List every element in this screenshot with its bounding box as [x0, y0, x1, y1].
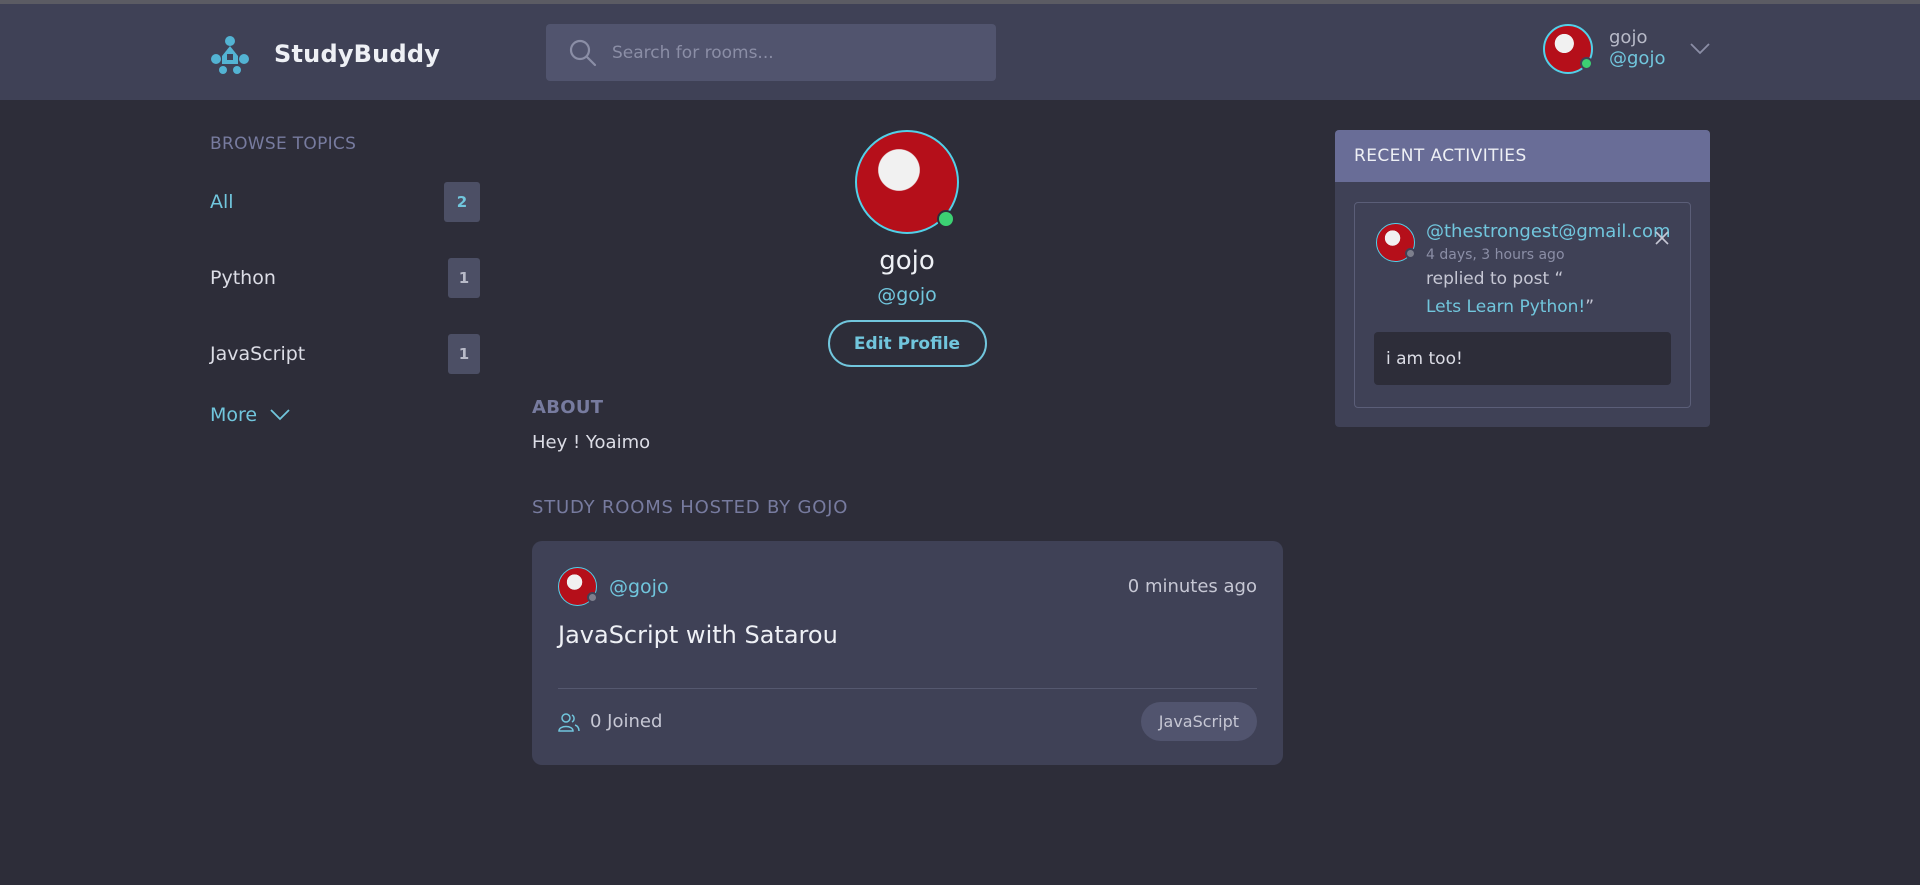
- topic-count-badge: 1: [448, 334, 480, 374]
- avatar: [558, 567, 598, 606]
- topics-title: BROWSE TOPICS: [210, 134, 357, 154]
- more-topics-button[interactable]: More: [210, 404, 480, 426]
- online-status-dot: [1580, 57, 1593, 70]
- profile-header: gojo @gojo Edit Profile: [532, 130, 1282, 367]
- activity-post-close-quote: ”: [1585, 297, 1595, 317]
- hosted-rooms-title: STUDY ROOMS HOSTED BY GOJO: [532, 497, 849, 518]
- search-icon: [569, 39, 597, 66]
- user-menu[interactable]: gojo @gojo: [1543, 24, 1711, 74]
- chevron-down-icon[interactable]: [1689, 42, 1711, 56]
- edit-profile-button[interactable]: Edit Profile: [827, 320, 987, 367]
- room-topic-tag[interactable]: JavaScript: [1140, 702, 1257, 741]
- browse-topics-sidebar: BROWSE TOPICS All 2 Python 1 JavaScript …: [210, 134, 480, 426]
- activity-time: 4 days, 3 hours ago: [1426, 247, 1565, 263]
- users-icon: [558, 712, 580, 732]
- joined-count: 0 Joined: [558, 711, 662, 732]
- activity-post-link[interactable]: Lets Learn Python!: [1426, 297, 1585, 317]
- status-dot: [587, 592, 598, 603]
- activity-item: @thestrongest@gmail.com 4 days, 3 hours …: [1354, 202, 1691, 408]
- search-bar[interactable]: [546, 24, 996, 81]
- activity-message: i am too!: [1374, 332, 1671, 385]
- user-name: gojo: [1609, 27, 1648, 49]
- activity-user[interactable]: @thestrongest@gmail.com: [1426, 221, 1671, 242]
- topic-item-javascript[interactable]: JavaScript 1: [210, 334, 480, 374]
- more-label: More: [210, 404, 258, 426]
- activity-description: replied to post “: [1426, 269, 1564, 289]
- room-timestamp: 0 minutes ago: [1127, 576, 1257, 597]
- topic-label: All: [210, 191, 234, 213]
- topic-label: JavaScript: [210, 343, 306, 365]
- room-card-header: @gojo 0 minutes ago: [558, 567, 1257, 606]
- logo-icon: [211, 36, 249, 74]
- topic-count-badge: 1: [448, 258, 480, 298]
- profile-handle: @gojo: [877, 284, 937, 306]
- about-title: ABOUT: [532, 397, 604, 418]
- room-title[interactable]: JavaScript with Satarou: [558, 621, 838, 649]
- logo[interactable]: StudyBuddy: [208, 32, 440, 76]
- topic-count-badge: 2: [444, 182, 480, 222]
- room-card-footer: 0 Joined JavaScript: [558, 702, 1257, 741]
- divider: [558, 688, 1257, 689]
- avatar[interactable]: [1543, 24, 1593, 74]
- user-names: gojo @gojo: [1609, 28, 1665, 69]
- close-icon[interactable]: [1654, 230, 1670, 246]
- room-host[interactable]: @gojo: [558, 567, 669, 606]
- topic-item-all[interactable]: All 2: [210, 182, 480, 222]
- activity-post[interactable]: Lets Learn Python!”: [1426, 297, 1594, 317]
- avatar[interactable]: [1376, 223, 1416, 262]
- recent-activities-panel: RECENT ACTIVITIES @thestrongest@gmail.co…: [1335, 130, 1710, 427]
- topic-item-python[interactable]: Python 1: [210, 258, 480, 298]
- chevron-down-icon: [270, 409, 290, 421]
- online-status-dot: [937, 210, 955, 228]
- profile-main: gojo @gojo Edit Profile ABOUT Hey ! Yoai…: [532, 130, 1283, 765]
- recent-activities-title: RECENT ACTIVITIES: [1335, 130, 1710, 182]
- profile-avatar: [855, 130, 959, 234]
- joined-label: 0 Joined: [590, 711, 663, 732]
- about-text: Hey ! Yoaimo: [532, 432, 651, 453]
- room-card[interactable]: @gojo 0 minutes ago JavaScript with Sata…: [532, 541, 1283, 765]
- app-name: StudyBuddy: [274, 40, 441, 68]
- profile-name: gojo: [879, 246, 935, 276]
- user-handle: @gojo: [1609, 48, 1666, 69]
- search-input[interactable]: [612, 42, 972, 63]
- room-host-handle[interactable]: @gojo: [609, 576, 669, 598]
- top-navbar: StudyBuddy gojo @gojo: [0, 4, 1920, 100]
- status-dot: [1405, 248, 1416, 259]
- topic-label: Python: [210, 267, 276, 289]
